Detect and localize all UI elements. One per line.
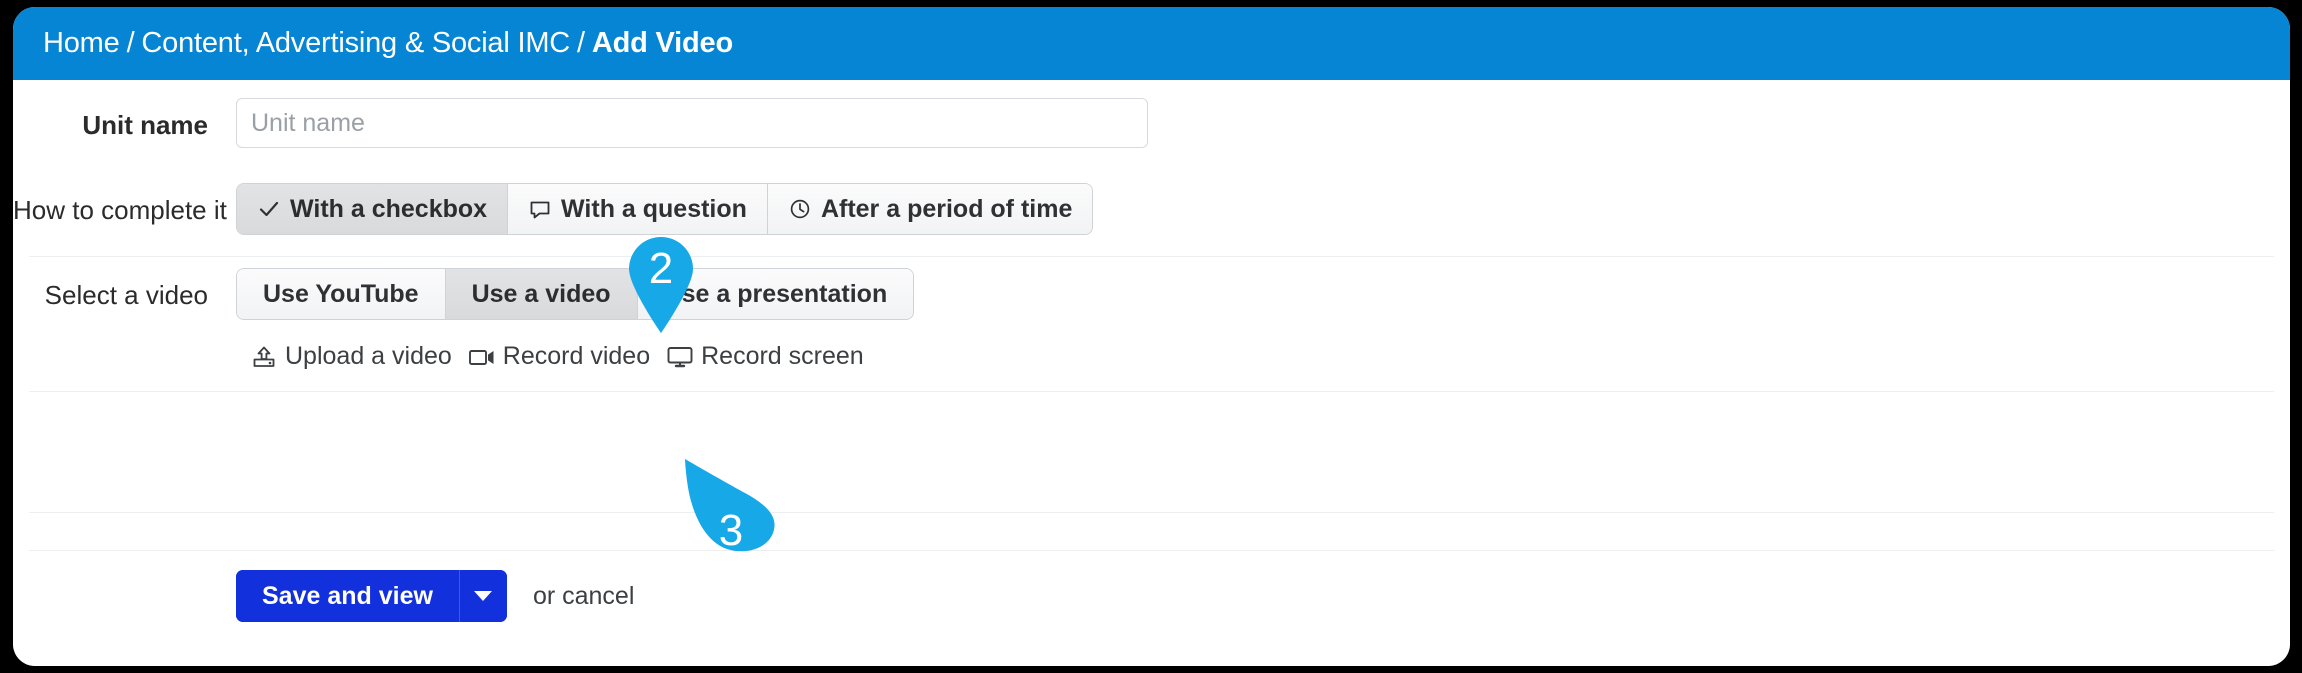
- select-a-video-label: Select a video: [44, 280, 208, 310]
- save-options-dropdown-button[interactable]: [458, 570, 507, 622]
- how-to-complete-label: How to complete it: [13, 195, 227, 225]
- media-link-label: Record video: [502, 342, 651, 370]
- row-divider: [29, 550, 2274, 551]
- media-link-label: Record screen: [701, 342, 864, 370]
- option-use-a-presentation[interactable]: Use a presentation: [637, 269, 914, 319]
- breadcrumb-item-home[interactable]: Home: [43, 27, 120, 60]
- option-label: With a question: [561, 195, 747, 223]
- upload-a-video-link[interactable]: Upload a video: [250, 342, 452, 371]
- form-row-select-a-video: Select a video Use YouTube Use a video U…: [13, 256, 2290, 391]
- speech-bubble-icon: [528, 197, 552, 221]
- unit-name-input[interactable]: [236, 98, 1148, 148]
- how-to-complete-button-group: With a checkbox With a question After a …: [236, 183, 1094, 235]
- row-divider: [29, 391, 2274, 392]
- unit-name-field-wrap: [208, 86, 2290, 148]
- save-and-view-button[interactable]: Save and view: [236, 570, 459, 622]
- breadcrumb-item-current: Add Video: [591, 27, 733, 59]
- row-divider: [29, 512, 2274, 513]
- breadcrumb-item-course[interactable]: Content, Advertising & Social IMC: [141, 27, 570, 60]
- media-link-label: Upload a video: [285, 342, 452, 370]
- option-label: Use YouTube: [263, 280, 419, 308]
- breadcrumb-separator: /: [577, 27, 585, 59]
- breadcrumb-separator: /: [126, 27, 135, 59]
- upload-icon: [250, 344, 278, 370]
- option-after-a-period-of-time[interactable]: After a period of time: [767, 184, 1093, 234]
- option-with-a-question[interactable]: With a question: [508, 184, 768, 234]
- monitor-icon: [666, 344, 694, 370]
- chevron-down-icon: [474, 591, 493, 601]
- form-row-unit-name: Unit name: [13, 86, 2290, 171]
- unit-name-label: Unit name: [82, 110, 208, 140]
- breadcrumb: Home / Content, Advertising & Social IMC…: [43, 7, 733, 80]
- media-actions: Upload a video Record video Record scree…: [236, 342, 2290, 371]
- record-video-link[interactable]: Record video: [468, 342, 650, 371]
- footer-actions: Save and view or cancel: [13, 570, 2290, 622]
- app-header: Home / Content, Advertising & Social IMC…: [13, 7, 2290, 80]
- clock-icon: [788, 197, 812, 221]
- save-split-button: Save and view: [236, 570, 507, 622]
- page-card: Home / Content, Advertising & Social IMC…: [13, 7, 2290, 666]
- option-label: With a checkbox: [290, 195, 488, 223]
- select-a-video-button-group: Use YouTube Use a video Use a presentati…: [236, 268, 915, 320]
- form-row-how-to-complete: How to complete it With a checkbox With …: [13, 171, 2290, 256]
- option-label: Use a video: [471, 280, 611, 308]
- option-with-a-checkbox[interactable]: With a checkbox: [237, 184, 509, 234]
- option-label: After a period of time: [820, 195, 1073, 223]
- how-to-complete-field-wrap: With a checkbox With a question After a …: [208, 171, 2290, 235]
- form-body: Unit name How to complete it With a chec…: [13, 80, 2290, 666]
- option-use-youtube[interactable]: Use YouTube: [237, 269, 446, 319]
- option-use-a-video[interactable]: Use a video: [445, 269, 638, 319]
- cancel-link[interactable]: or cancel: [533, 582, 634, 611]
- checkmark-icon: [257, 197, 281, 221]
- select-a-video-field-wrap: Use YouTube Use a video Use a presentati…: [208, 256, 2290, 371]
- video-camera-icon: [468, 344, 496, 370]
- option-label: Use a presentation: [663, 280, 888, 308]
- record-screen-link[interactable]: Record screen: [666, 342, 864, 371]
